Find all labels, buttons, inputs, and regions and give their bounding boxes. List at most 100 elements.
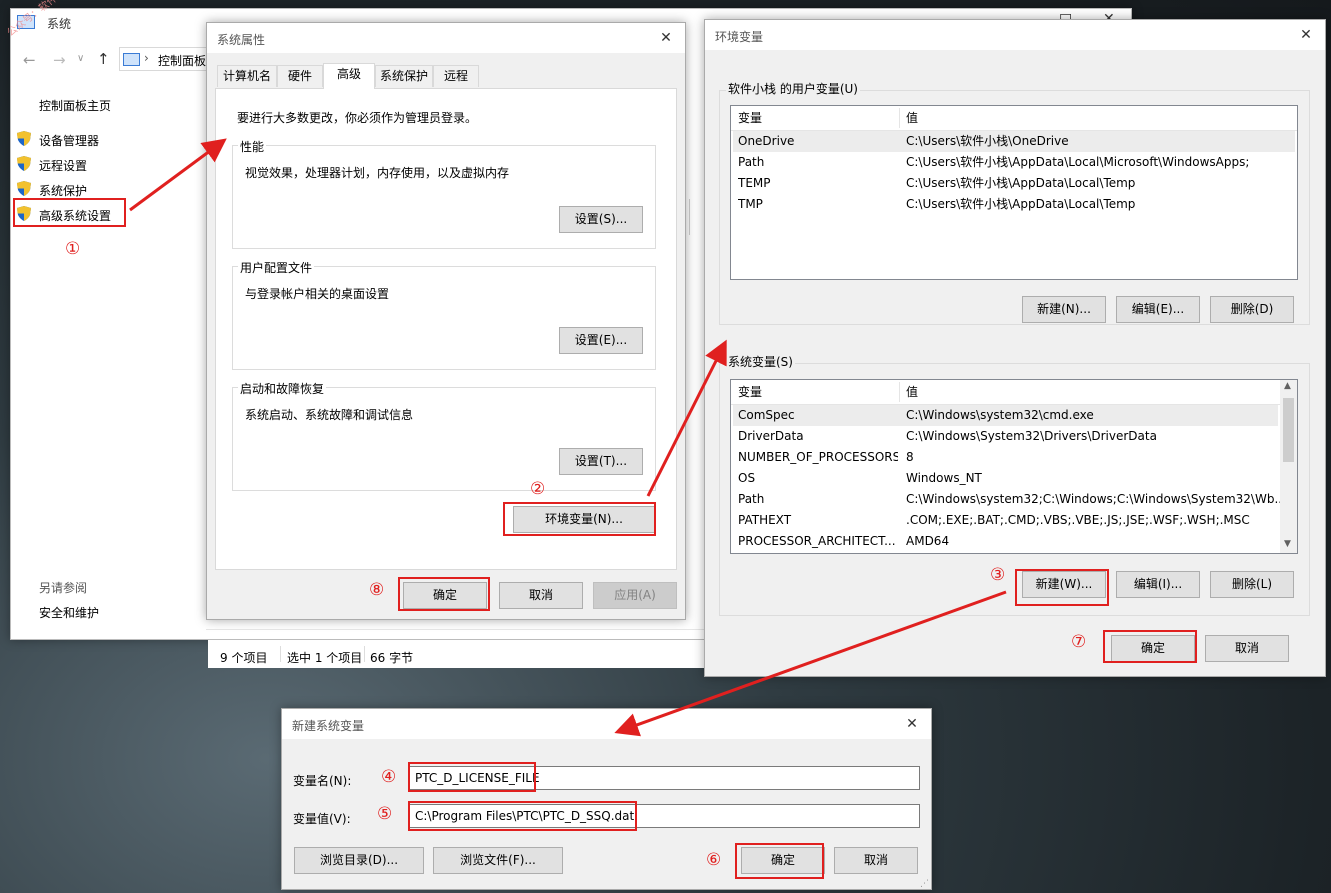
status-selected: 选中 1 个项目: [287, 651, 363, 665]
list-item[interactable]: ComSpec C:\Windows\system32\cmd.exe: [733, 405, 1278, 426]
dialog-title: 新建系统变量: [292, 719, 365, 733]
close-icon[interactable]: ✕: [901, 713, 923, 735]
system-properties-dialog: 系统属性 ✕ 计算机名 硬件 高级 系统保护 远程 要进行大多数更改，你必须作为…: [206, 22, 686, 620]
variable-name: PROCESSOR_ARCHITECT...: [738, 534, 896, 548]
scroll-up-icon[interactable]: ▲: [1284, 381, 1291, 391]
up-arrow-icon[interactable]: ↑: [97, 50, 110, 68]
sidebar-item-label: 设备管理器: [39, 134, 100, 148]
window-title-fragment: 系统: [47, 17, 72, 31]
list-item[interactable]: Path C:\Users\软件小栈\AppData\Local\Microsof…: [733, 152, 1295, 173]
performance-settings-button[interactable]: 设置(S)...: [559, 206, 643, 233]
list-item[interactable]: TMP C:\Users\软件小栈\AppData\Local\Temp: [733, 194, 1295, 215]
list-item[interactable]: OneDrive C:\Users\软件小栈\OneDrive: [733, 131, 1295, 152]
user-delete-button[interactable]: 删除(D): [1210, 296, 1294, 323]
variable-name: ComSpec: [738, 408, 795, 422]
history-chevron-icon[interactable]: ∨: [77, 53, 84, 64]
list-item[interactable]: OS Windows_NT: [733, 468, 1278, 489]
variable-value: C:\Users\软件小栈\AppData\Local\Temp: [906, 197, 1136, 211]
variable-name: PATHEXT: [738, 513, 792, 527]
variable-name: TMP: [738, 197, 763, 211]
environment-variables-dialog: 环境变量 ✕ 软件小栈 的用户变量(U) 变量 值 OneDrive C:\Use…: [704, 19, 1326, 677]
new-system-variable-dialog: 新建系统变量 ✕ 变量名(N): ④ PTC_D_LICENSE_FILE 变量…: [281, 708, 932, 890]
column-header-value[interactable]: 值: [906, 380, 918, 404]
user-variables-list[interactable]: 变量 值 OneDrive C:\Users\软件小栈\OneDrive Path…: [730, 105, 1298, 280]
variable-name-label: 变量名(N):: [293, 774, 352, 788]
address-text: 控制面板: [158, 54, 207, 68]
user-profile-desc: 与登录帐户相关的桌面设置: [245, 287, 390, 301]
list-item[interactable]: PATHEXT .COM;.EXE;.BAT;.CMD;.VBS;.VBE;.JS…: [733, 510, 1278, 531]
scroll-stub: [689, 199, 690, 235]
variable-value: AMD64: [906, 534, 950, 548]
list-item[interactable]: TEMP C:\Users\软件小栈\AppData\Local\Temp: [733, 173, 1295, 194]
list-item[interactable]: PROCESSOR_ARCHITECT... AMD64: [733, 531, 1278, 552]
variable-name: NUMBER_OF_PROCESSORS: [738, 450, 898, 464]
highlight-ok-button: [398, 577, 490, 611]
list-header: 变量 值: [731, 106, 1297, 131]
status-size: 66 字节: [370, 651, 414, 665]
titlebar: 系统属性 ✕: [207, 23, 685, 53]
startup-recovery-group: [232, 387, 656, 491]
column-header-variable[interactable]: 变量: [738, 106, 762, 130]
tab-advanced[interactable]: 高级: [323, 63, 375, 89]
tab-computer-name[interactable]: 计算机名: [217, 65, 277, 87]
vertical-scrollbar[interactable]: ▲ ▼: [1280, 380, 1297, 553]
variable-value: C:\Users\软件小栈\OneDrive: [906, 134, 1069, 148]
shield-icon: [17, 131, 31, 146]
close-icon[interactable]: ✕: [655, 27, 677, 49]
tab-panel: 要进行大多数更改，你必须作为管理员登录。 性能 视觉效果，处理器计划，内存使用，…: [215, 88, 677, 570]
status-divider: [364, 646, 365, 662]
variable-value: C:\Users\软件小栈\AppData\Local\Temp: [906, 176, 1136, 190]
highlight-ok-button: [1103, 630, 1197, 663]
tab-hardware[interactable]: 硬件: [277, 65, 323, 87]
startup-recovery-desc: 系统启动、系统故障和调试信息: [245, 408, 414, 422]
step-8-marker: ⑧: [369, 580, 385, 600]
startup-settings-button[interactable]: 设置(T)...: [559, 448, 643, 475]
highlight-system-new: [1015, 569, 1109, 606]
explorer-status-bar: 9 个项目 选中 1 个项目 66 字节: [208, 640, 704, 668]
system-edit-button[interactable]: 编辑(I)...: [1116, 571, 1200, 598]
close-icon[interactable]: ✕: [1295, 24, 1317, 46]
tab-system-protection[interactable]: 系统保护: [375, 65, 433, 87]
dialog-title: 环境变量: [715, 30, 764, 44]
cancel-button[interactable]: 取消: [499, 582, 583, 609]
control-panel-home-link[interactable]: 控制面板主页: [39, 97, 111, 114]
tab-remote[interactable]: 远程: [433, 65, 479, 87]
address-bar[interactable]: › 控制面板: [119, 47, 209, 71]
user-new-button[interactable]: 新建(N)...: [1022, 296, 1106, 323]
column-header-variable[interactable]: 变量: [738, 380, 762, 404]
browse-file-button[interactable]: 浏览文件(F)...: [433, 847, 563, 874]
apply-button[interactable]: 应用(A): [593, 582, 677, 609]
performance-label: 性能: [238, 138, 267, 155]
variable-name: OS: [738, 471, 756, 485]
back-arrow-icon[interactable]: ←: [23, 51, 36, 69]
highlight-value-input: [408, 801, 637, 831]
highlight-ok-button: [735, 843, 824, 879]
scroll-down-icon[interactable]: ▼: [1284, 539, 1291, 549]
cancel-button[interactable]: 取消: [1205, 635, 1289, 662]
browse-directory-button[interactable]: 浏览目录(D)...: [294, 847, 424, 874]
highlight-advanced-settings: [13, 198, 126, 227]
column-header-value[interactable]: 值: [906, 106, 918, 130]
list-item[interactable]: NUMBER_OF_PROCESSORS 8: [733, 447, 1278, 468]
list-item[interactable]: DriverData C:\Windows\System32\Drivers\Dr…: [733, 426, 1278, 447]
resize-grip-icon[interactable]: ⋰: [920, 879, 929, 889]
system-delete-button[interactable]: 删除(L): [1210, 571, 1294, 598]
scroll-thumb[interactable]: [1283, 398, 1294, 462]
user-profile-settings-button[interactable]: 设置(E)...: [559, 327, 643, 354]
dialog-title: 系统属性: [217, 33, 266, 47]
admin-note: 要进行大多数更改，你必须作为管理员登录。: [237, 111, 478, 125]
status-divider: [280, 646, 281, 662]
sidebar-item-label: 系统保护: [39, 184, 88, 198]
user-edit-button[interactable]: 编辑(E)...: [1116, 296, 1200, 323]
system-variables-list[interactable]: 变量 值 ComSpec C:\Windows\system32\cmd.exe …: [730, 379, 1298, 554]
forward-arrow-icon[interactable]: →: [53, 51, 66, 69]
security-maintenance-link[interactable]: 安全和维护: [39, 604, 99, 621]
sidebar-item-label: 远程设置: [39, 159, 88, 173]
variable-name: OneDrive: [738, 134, 795, 148]
cancel-button[interactable]: 取消: [834, 847, 918, 874]
performance-group: [232, 145, 656, 249]
column-divider: [899, 382, 900, 402]
column-divider: [899, 108, 900, 128]
step-4-marker: ④: [381, 767, 397, 787]
list-item[interactable]: Path C:\Windows\system32;C:\Windows;C:\Wi…: [733, 489, 1286, 510]
